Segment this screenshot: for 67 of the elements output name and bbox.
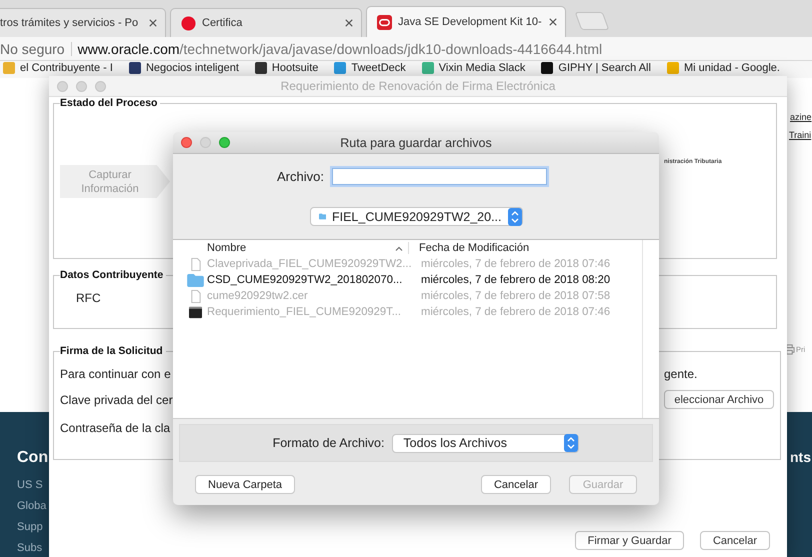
window-title: Requerimiento de Renovación de Firma Electrónica xyxy=(280,79,556,93)
close-icon[interactable] xyxy=(549,18,557,26)
window-button[interactable]: Firmar y Guardar xyxy=(575,531,684,550)
dialog-title: Ruta para guardar archivos xyxy=(340,136,492,150)
group-title: Firma de la Solicitud xyxy=(60,345,164,357)
close-icon[interactable] xyxy=(149,19,157,27)
browser-tab[interactable]: tros trámites y servicios - Po xyxy=(0,8,166,37)
record-icon xyxy=(181,16,196,30)
footer-link[interactable]: US S xyxy=(17,479,48,491)
zoom-light-icon[interactable] xyxy=(219,137,230,148)
footer-heading: nts xyxy=(790,448,812,467)
process-step: Capturar Información xyxy=(60,165,170,198)
bookmark-label: Hootsuite xyxy=(272,62,318,74)
bookmark[interactable]: Hootsuite xyxy=(254,62,318,74)
footer-link[interactable]: Supp xyxy=(17,521,48,533)
minimize-light-icon[interactable] xyxy=(76,80,87,92)
bookmark[interactable]: Negocios inteligent xyxy=(128,62,239,74)
close-light-icon[interactable] xyxy=(181,137,192,148)
field-label: Archivo: xyxy=(277,169,324,184)
file-row[interactable]: CSD_CUME920929TW2_201802070... miércoles, 7 de febrero de 2018 08:20 xyxy=(173,272,642,288)
folder-popup[interactable]: FIEL_CUME920929TW2_20... xyxy=(310,207,522,226)
terminal-icon xyxy=(187,306,204,318)
window-button[interactable]: Cancelar xyxy=(700,531,770,550)
bookmark-label: Negocios inteligent xyxy=(146,62,239,74)
footer-link[interactable]: Globa xyxy=(17,500,48,512)
bookmark-label: Vixin Media Slack xyxy=(438,62,526,74)
page-link[interactable]: Traini xyxy=(789,130,812,140)
bookmark[interactable]: Vixin Media Slack xyxy=(422,62,526,74)
new-folder-button[interactable]: Nueva Carpeta xyxy=(195,475,295,494)
capsule-icon xyxy=(377,14,392,30)
caret-icon xyxy=(395,246,403,250)
bookmark[interactable]: el Contribuyente - I xyxy=(3,62,113,74)
browser-tab[interactable]: Java SE Development Kit 10- xyxy=(366,6,566,37)
bookmark-label: GIPHY | Search All xyxy=(558,62,651,74)
format-popup[interactable]: Todos los Archivos xyxy=(392,434,580,452)
footer-heading: Con xyxy=(17,449,48,467)
field-label: RFC xyxy=(76,291,101,305)
file-name-field[interactable] xyxy=(332,168,547,185)
zoom-light-icon[interactable] xyxy=(95,80,106,92)
bookmark-label: el Contribuyente - I xyxy=(20,62,113,74)
instruction-text: Para continuar con e xyxy=(60,367,172,381)
page-link[interactable]: azine xyxy=(790,112,812,122)
stepper-icon xyxy=(508,208,522,226)
address-bar[interactable]: No seguro www.oracle.com/technetwork/java/javase/downloads/jdk10-downloads-4416644.html xyxy=(0,37,812,61)
browser-tab[interactable]: Certifica xyxy=(170,8,362,37)
column-header[interactable]: Nombre xyxy=(173,242,395,254)
footer-link[interactable]: Subs xyxy=(17,542,48,554)
close-icon[interactable] xyxy=(345,19,353,27)
stepper-icon xyxy=(564,434,578,452)
close-light-icon[interactable] xyxy=(57,80,68,92)
minimize-light-icon[interactable] xyxy=(200,137,211,148)
field-label: Contraseña de la cla xyxy=(60,421,172,435)
instruction-text: gente. xyxy=(664,367,698,381)
folder-icon xyxy=(187,274,204,286)
field-label: Formato de Archivo: xyxy=(272,436,384,450)
column-header[interactable]: Fecha de Modificación xyxy=(408,242,530,254)
bookmark[interactable]: GIPHY | Search All xyxy=(541,62,651,74)
bookmark[interactable]: TweetDeck xyxy=(334,62,406,74)
bookmark-label: TweetDeck xyxy=(351,62,406,74)
new-tab-button[interactable] xyxy=(574,12,610,30)
group-title: Datos Contribuyente xyxy=(60,269,164,281)
cancel-button[interactable]: Cancelar xyxy=(480,475,551,494)
select-file-button[interactable]: eleccionar Archivo xyxy=(664,390,774,409)
security-label: No seguro xyxy=(0,42,72,56)
group-title: Estado del Proceso xyxy=(60,97,158,109)
url-text: www.oracle.com/technetwork/java/javase/downloads/jdk10-downloads-4416644.html xyxy=(78,40,602,56)
field-label: Clave privada del cer xyxy=(60,392,174,406)
